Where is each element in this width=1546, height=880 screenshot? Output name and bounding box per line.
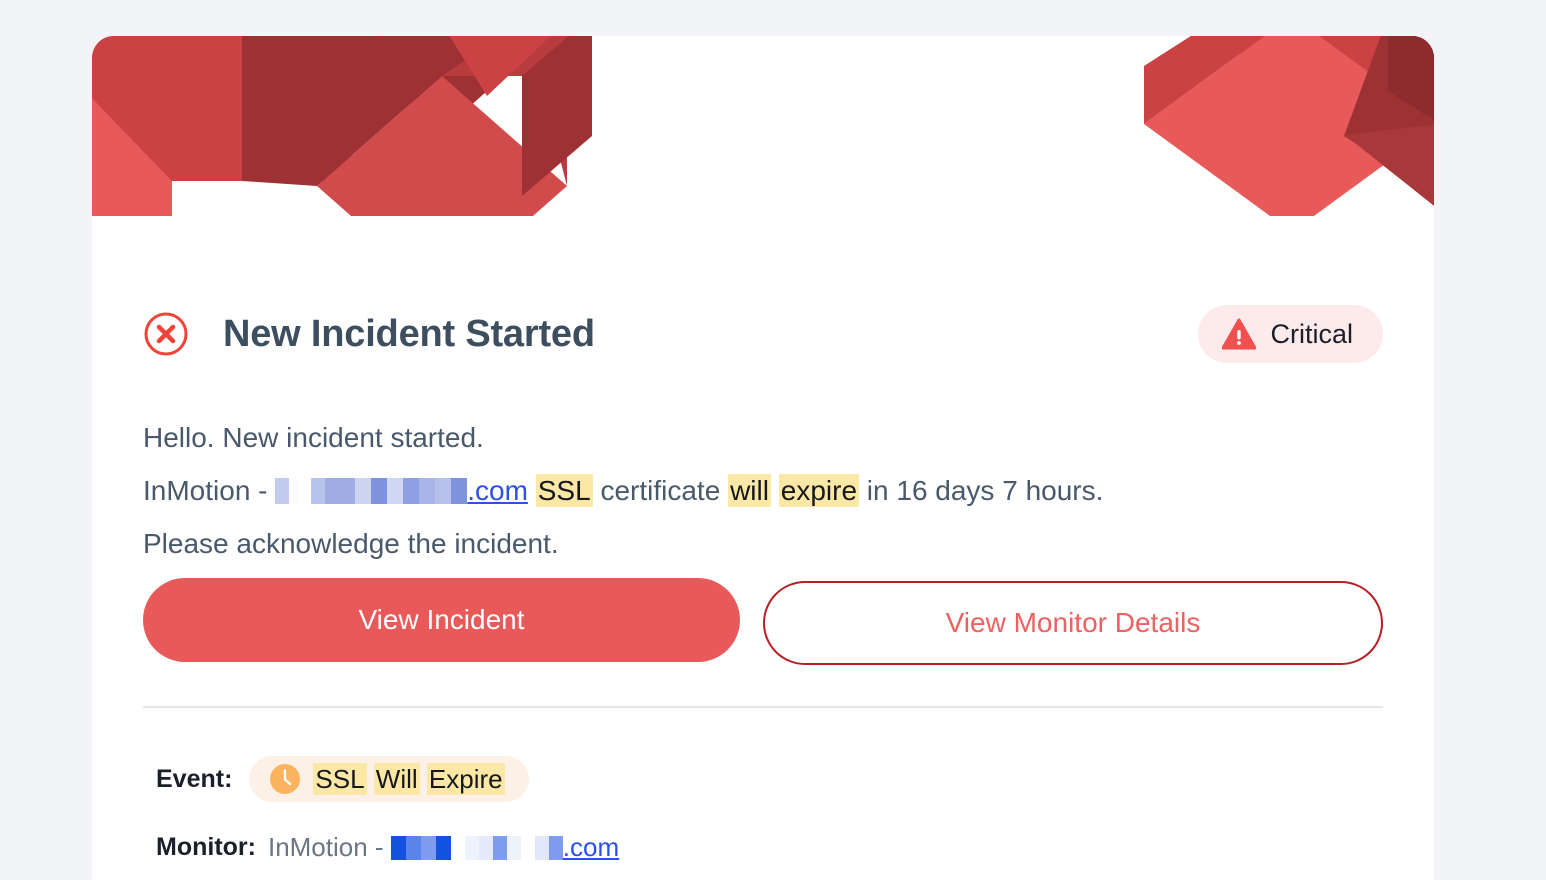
event-pill: SSL Will Expire xyxy=(249,756,529,802)
email-body: Hello. New incident started. InMotion - … xyxy=(143,411,1393,570)
body-line-2-suffix: in 16 days 7 hours. xyxy=(859,475,1104,506)
section-divider xyxy=(143,706,1383,708)
incident-email-card: New Incident Started Critical Hello. New… xyxy=(92,36,1434,880)
monitor-value: InMotion - .com xyxy=(268,832,619,863)
warning-triangle-icon xyxy=(1222,318,1257,350)
event-value: SSL Will Expire xyxy=(313,762,505,795)
view-incident-button[interactable]: View Incident xyxy=(143,578,740,662)
redacted-hostname xyxy=(275,478,468,504)
action-buttons: View Incident View Monitor Details xyxy=(143,578,1383,665)
view-monitor-details-button[interactable]: View Monitor Details xyxy=(763,581,1383,665)
highlight-ssl: SSL xyxy=(535,474,593,507)
page-title: New Incident Started xyxy=(223,312,595,355)
event-highlight-ssl: SSL xyxy=(313,762,367,795)
domain-link[interactable]: .com xyxy=(467,475,528,506)
status-badge: Critical xyxy=(1198,305,1383,363)
monitor-domain-link[interactable]: .com xyxy=(563,832,619,862)
redacted-monitor-hostname xyxy=(390,835,563,860)
event-highlight-expire: Expire xyxy=(426,762,505,795)
body-line-1: Hello. New incident started. xyxy=(143,422,484,453)
incident-meta: Event: SSL Will Expire Monitor: InMotion… xyxy=(156,748,1386,878)
incident-title-row: New Incident Started Critical xyxy=(143,288,1383,380)
event-row: Event: SSL Will Expire xyxy=(156,748,1386,810)
body-line-2-prefix: InMotion - xyxy=(143,475,276,506)
monitor-row: Monitor: InMotion - .com xyxy=(156,816,1386,878)
body-line-3: Please acknowledge the incident. xyxy=(143,528,559,559)
body-line-2: InMotion - .com SSL certificate will exp… xyxy=(143,464,1393,517)
event-highlight-will: Will xyxy=(373,762,420,795)
event-label: Event: xyxy=(156,764,233,793)
isometric-cubes-pattern xyxy=(92,36,1434,216)
highlight-will: will xyxy=(728,474,771,507)
email-preview-page: New Incident Started Critical Hello. New… xyxy=(0,0,1546,880)
body-line-2-mid: certificate xyxy=(592,475,729,506)
severity-label: Critical xyxy=(1270,318,1353,349)
clock-icon xyxy=(270,764,301,794)
header-artwork xyxy=(92,36,1434,216)
monitor-prefix: InMotion - xyxy=(267,831,391,862)
circle-x-icon xyxy=(144,312,188,356)
highlight-expire: expire xyxy=(778,474,860,507)
monitor-label: Monitor: xyxy=(156,832,256,861)
